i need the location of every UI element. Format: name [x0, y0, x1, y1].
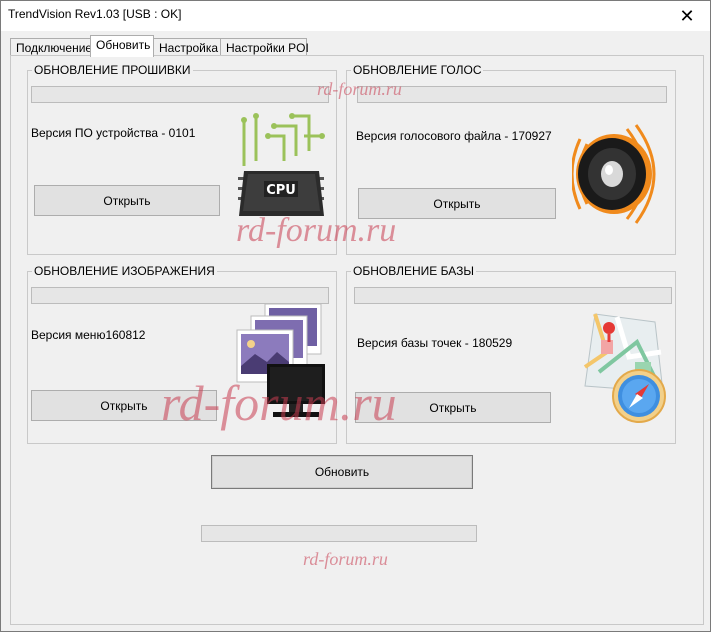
voice-group: ОБНОВЛЕНИЕ ГОЛОС Версия голосового файла… — [346, 63, 676, 255]
main-progress-bar — [201, 525, 477, 542]
images-monitor-icon — [236, 303, 325, 417]
database-group-title: ОБНОВЛЕНИЕ БАЗЫ — [351, 264, 476, 278]
update-button[interactable]: Обновить — [211, 455, 473, 489]
voice-version-label: Версия голосового файла - 170927 — [356, 129, 552, 143]
map-compass-icon — [583, 313, 666, 423]
image-group: ОБНОВЛЕНИЕ ИЗОБРАЖЕНИЯ Версия меню160812… — [27, 264, 337, 444]
voice-progress-bar — [357, 86, 667, 103]
firmware-group-title: ОБНОВЛЕНИЕ ПРОШИВКИ — [32, 63, 193, 77]
title-bar[interactable]: TrendVision Rev1.03 [USB : OK] ✕ — [1, 1, 710, 31]
speaker-icon — [572, 124, 656, 224]
firmware-group: ОБНОВЛЕНИЕ ПРОШИВКИ Версия ПО устройства… — [27, 63, 337, 255]
database-group: ОБНОВЛЕНИЕ БАЗЫ Версия базы точек - 1805… — [346, 264, 676, 444]
image-group-title: ОБНОВЛЕНИЕ ИЗОБРАЖЕНИЯ — [32, 264, 217, 278]
cpu-chip-icon: CPU — [238, 113, 325, 216]
close-button[interactable]: ✕ — [664, 1, 710, 31]
update-tab-panel: ОБНОВЛЕНИЕ ПРОШИВКИ Версия ПО устройства… — [10, 55, 704, 625]
voice-group-title: ОБНОВЛЕНИЕ ГОЛОС — [351, 63, 484, 77]
tab-update[interactable]: Обновить — [90, 35, 154, 57]
app-window: TrendVision Rev1.03 [USB : OK] ✕ Подключ… — [0, 0, 711, 632]
image-open-button[interactable]: Открыть — [31, 390, 217, 421]
database-version-label: Версия базы точек - 180529 — [357, 336, 513, 350]
close-icon: ✕ — [679, 5, 695, 26]
window-title: TrendVision Rev1.03 [USB : OK] — [8, 7, 182, 21]
image-version-label: Версия меню160812 — [31, 328, 146, 342]
voice-open-button[interactable]: Открыть — [358, 188, 556, 219]
firmware-open-button[interactable]: Открыть — [34, 185, 220, 216]
firmware-version-label: Версия ПО устройства - 0101 — [31, 126, 196, 140]
database-progress-bar — [354, 287, 672, 304]
firmware-progress-bar — [31, 86, 329, 103]
database-open-button[interactable]: Открыть — [355, 392, 551, 423]
svg-text:CPU: CPU — [266, 183, 296, 198]
